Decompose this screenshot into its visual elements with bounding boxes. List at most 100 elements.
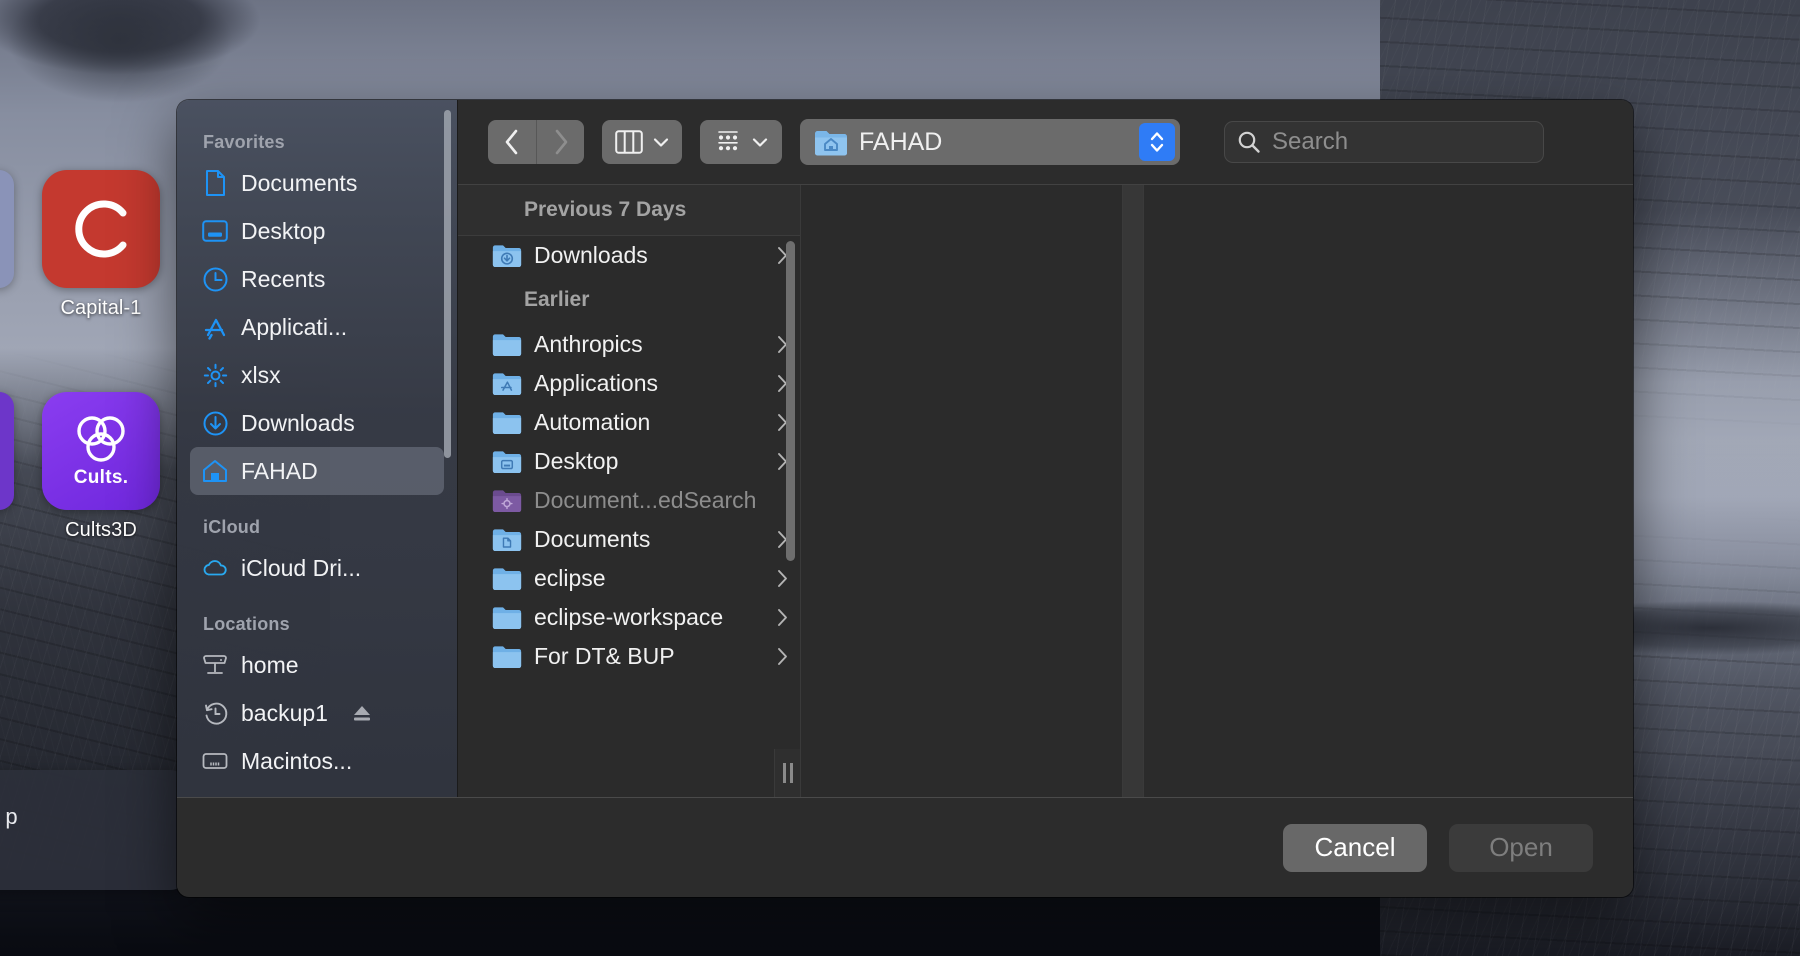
table-row[interactable]: Applications xyxy=(458,364,800,403)
folder-icon xyxy=(492,566,522,591)
desktop-icon-label: Cults3D xyxy=(65,519,137,541)
sidebar-item-label: Desktop xyxy=(241,217,326,244)
folder-icon xyxy=(492,410,522,435)
notification-text: ys, Safari has p xyxy=(0,804,18,829)
file-name: Desktop xyxy=(534,448,619,474)
documents-folder-icon xyxy=(492,527,522,552)
forward-button[interactable] xyxy=(536,120,584,164)
file-name: Document...edSearch xyxy=(534,487,757,513)
applications-folder-icon xyxy=(492,371,522,396)
dialog-right-pane: FAHAD Search Previous 7 Days Downloads E… xyxy=(457,100,1633,797)
hard-drive-icon xyxy=(202,748,228,774)
table-row[interactable]: eclipse xyxy=(458,559,800,598)
time-machine-icon xyxy=(202,700,228,726)
file-name: eclipse xyxy=(534,565,606,591)
cults3d-tile: Cults. xyxy=(42,392,160,510)
cancel-button[interactable]: Cancel xyxy=(1283,823,1427,872)
dialog-body: Favorites Documents Desktop Recents Appl… xyxy=(177,100,1633,797)
sidebar-item-label: Macintos... xyxy=(241,747,353,774)
sidebar-item-recents[interactable]: Recents xyxy=(190,255,444,303)
open-button[interactable]: Open xyxy=(1449,823,1593,872)
preview-column-3[interactable] xyxy=(1144,185,1633,797)
sidebar-item-documents[interactable]: Documents xyxy=(190,159,444,207)
sidebar-item-label: iCloud Dri... xyxy=(241,554,362,581)
search-icon xyxy=(1237,130,1261,154)
download-icon xyxy=(202,410,228,436)
file-name: Anthropics xyxy=(534,331,643,357)
table-row[interactable]: Automation xyxy=(458,403,800,442)
sidebar-item-home[interactable]: home xyxy=(190,641,444,689)
capital-1-tile xyxy=(42,170,160,288)
view-mode-button[interactable] xyxy=(602,120,682,164)
desktop-icon-capital-1[interactable]: Capital-1 xyxy=(42,170,160,320)
file-name: Automation xyxy=(534,409,651,435)
desktop-icon xyxy=(202,218,228,244)
cloud-icon xyxy=(202,555,228,581)
gear-icon xyxy=(202,362,228,388)
eject-icon[interactable] xyxy=(351,703,373,723)
sidebar-item-downloads[interactable]: Downloads xyxy=(190,399,444,447)
cults-logo-icon xyxy=(77,416,125,462)
sidebar-item-label: FAHAD xyxy=(241,457,318,484)
folder-icon xyxy=(492,644,522,669)
sidebar-item-xlsx[interactable]: xlsx xyxy=(190,351,444,399)
dialog-footer: Cancel Open xyxy=(177,797,1633,897)
desktop-icon-cults3d[interactable]: Cults. Cults3D xyxy=(42,392,160,542)
desktop-folder-icon xyxy=(492,449,522,474)
chevron-right-icon xyxy=(777,647,788,666)
chevron-down-icon xyxy=(752,137,768,148)
file-name: eclipse-workspace xyxy=(534,604,724,630)
home-icon xyxy=(202,458,228,484)
sidebar-item-label: Applicati... xyxy=(241,313,348,340)
path-label: FAHAD xyxy=(859,127,943,156)
search-input[interactable]: Search xyxy=(1272,128,1348,156)
group-by-icon xyxy=(718,131,738,151)
table-row[interactable]: For DT& BUP xyxy=(458,637,800,676)
group-header-earlier: Earlier xyxy=(524,288,590,311)
table-row[interactable]: eclipse-workspace xyxy=(458,598,800,637)
sidebar-item-label: home xyxy=(241,651,299,678)
column-divider-strip[interactable] xyxy=(1122,185,1144,797)
desktop-icon-partial-upper[interactable] xyxy=(0,170,14,288)
sidebar-item-label: backup1 xyxy=(241,699,328,726)
sidebar-item-backup1[interactable]: backup1 xyxy=(190,689,444,737)
chevron-left-icon xyxy=(505,129,518,155)
search-field[interactable]: Search xyxy=(1224,121,1544,163)
sidebar-item-macintosh-hd[interactable]: Macintos... xyxy=(190,737,444,785)
column-browser: Previous 7 Days Downloads Earlier Anthro… xyxy=(458,184,1633,797)
chevron-right-icon xyxy=(777,569,788,588)
file-list-scrollbar[interactable] xyxy=(786,241,795,561)
chevron-right-icon xyxy=(555,129,567,155)
sidebar-item-label: Documents xyxy=(241,169,358,196)
group-by-button[interactable] xyxy=(700,120,782,164)
table-row[interactable]: Desktop xyxy=(458,442,800,481)
sidebar-item-applications[interactable]: Applicati... xyxy=(190,303,444,351)
table-row[interactable]: Documents xyxy=(458,520,800,559)
table-row[interactable]: Anthropics xyxy=(458,325,800,364)
sidebar-item-label: xlsx xyxy=(241,361,281,388)
desktop-icon-partial-lower[interactable] xyxy=(0,392,14,510)
sidebar-item-fahad[interactable]: FAHAD xyxy=(190,447,444,495)
sidebar-item-icloud-drive[interactable]: iCloud Dri... xyxy=(190,544,444,592)
sidebar-item-desktop[interactable]: Desktop xyxy=(190,207,444,255)
smart-folder-icon xyxy=(492,488,522,513)
file-name: Documents xyxy=(534,526,651,552)
column-view-icon xyxy=(615,130,643,154)
downloads-folder-icon xyxy=(492,243,522,268)
table-row[interactable]: Document...edSearch xyxy=(458,481,800,520)
sidebar-item-label: Recents xyxy=(241,265,326,292)
sidebar-section-header-locations: Locations xyxy=(203,614,290,634)
back-button[interactable] xyxy=(488,120,536,164)
stepper-up-down-icon[interactable] xyxy=(1139,123,1175,161)
path-popup-button[interactable]: FAHAD xyxy=(800,119,1180,165)
preview-column-2[interactable] xyxy=(800,185,1122,797)
chevron-right-icon xyxy=(777,608,788,627)
table-row[interactable]: Downloads xyxy=(458,236,800,275)
column-resize-handle[interactable] xyxy=(774,749,800,797)
file-list-column: Previous 7 Days Downloads Earlier Anthro… xyxy=(458,185,800,797)
sidebar-section-header-icloud: iCloud xyxy=(203,517,261,537)
notification-banner[interactable]: ys, Safari has p xyxy=(0,770,190,890)
sidebar-item-label: Downloads xyxy=(241,409,355,436)
chevron-down-icon xyxy=(653,137,669,148)
sidebar-scrollbar[interactable] xyxy=(444,110,451,458)
